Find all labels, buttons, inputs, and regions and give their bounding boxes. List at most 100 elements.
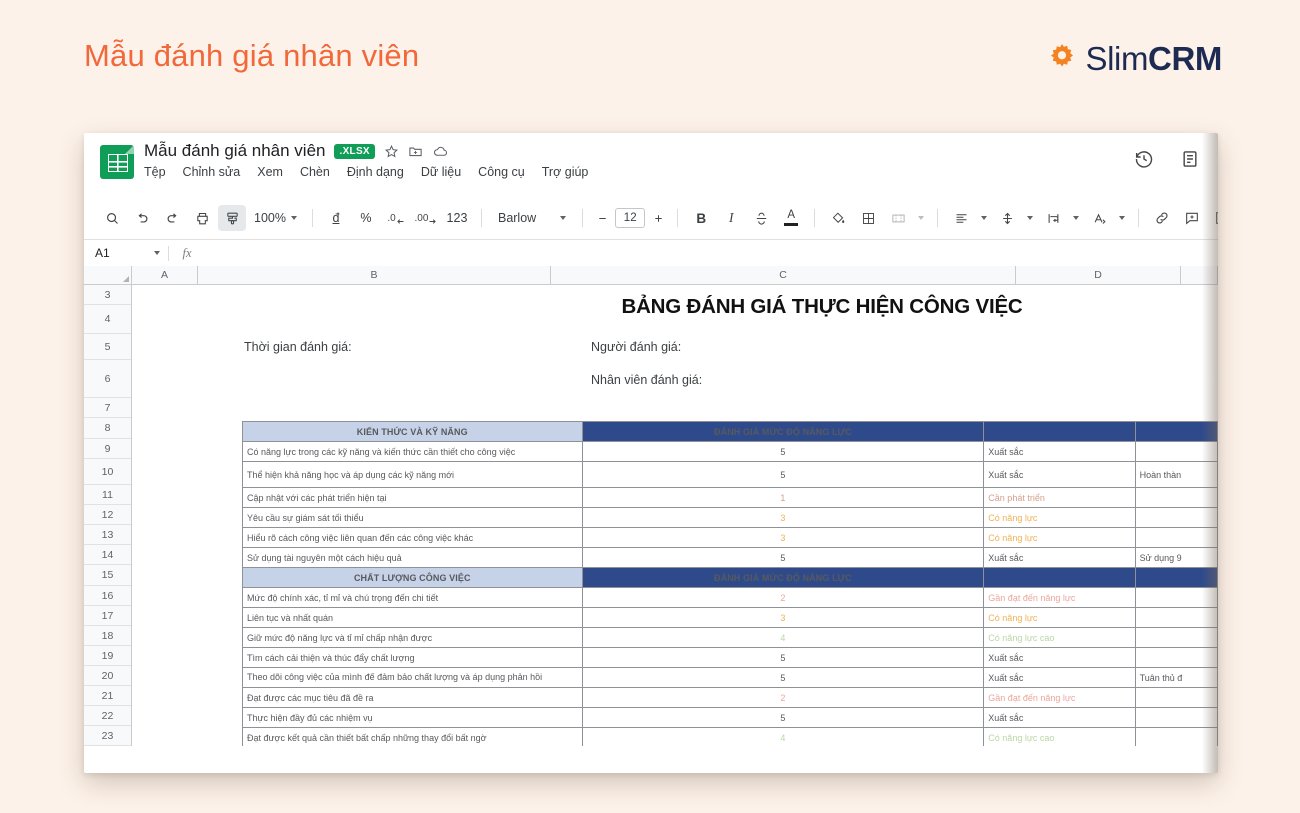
font-select[interactable]: Barlow — [491, 205, 573, 231]
redo-icon[interactable] — [158, 205, 186, 231]
insert-comment-button[interactable] — [1178, 205, 1206, 231]
criteria-cell[interactable]: Hiểu rõ cách công việc liên quan đến các… — [243, 528, 583, 548]
level-cell[interactable]: Gần đạt đến năng lực — [984, 588, 1135, 608]
undo-icon[interactable] — [128, 205, 156, 231]
criteria-cell[interactable]: Giữ mức độ năng lực và tỉ mỉ chấp nhận đ… — [243, 628, 583, 648]
score-cell[interactable]: 4 — [582, 628, 984, 648]
move-to-folder-icon[interactable] — [408, 144, 423, 159]
vertical-align-button[interactable] — [993, 205, 1021, 231]
table-row[interactable]: Đạt được kết quả cần thiết bất chấp nhữn… — [243, 728, 1218, 747]
note-cell[interactable] — [1135, 508, 1217, 528]
merge-cells-button[interactable] — [884, 205, 912, 231]
level-cell[interactable]: Xuất sắc — [984, 462, 1135, 488]
score-cell[interactable]: 1 — [582, 488, 984, 508]
decrease-font-size-button[interactable] — [592, 205, 612, 231]
insert-chart-button[interactable] — [1208, 205, 1218, 231]
row-header-5[interactable]: 5 — [84, 334, 131, 360]
menu-item-dinhdang[interactable]: Định dạng — [347, 165, 404, 179]
table-row[interactable]: Có năng lực trong các kỹ năng và kiến th… — [243, 442, 1218, 462]
row-header-10[interactable]: 10 — [84, 459, 131, 485]
criteria-cell[interactable]: Cập nhật với các phát triển hiện tại — [243, 488, 583, 508]
row-header-4[interactable]: 4 — [84, 305, 131, 334]
note-cell[interactable]: Tuân thủ đ — [1135, 668, 1217, 688]
increase-font-size-button[interactable] — [648, 205, 668, 231]
row-header-6[interactable]: 6 — [84, 360, 131, 398]
row-header-18[interactable]: 18 — [84, 626, 131, 646]
note-cell[interactable]: Hoàn thàn — [1135, 462, 1217, 488]
level-cell[interactable]: Có năng lực — [984, 528, 1135, 548]
level-cell[interactable]: Có năng lực — [984, 608, 1135, 628]
increase-decimal-button[interactable]: .00 — [412, 205, 440, 231]
document-title[interactable]: Mẫu đánh giá nhân viên — [144, 141, 325, 161]
font-size-stepper[interactable]: 12 — [592, 205, 668, 231]
criteria-cell[interactable]: Đạt được kết quả cần thiết bất chấp nhữn… — [243, 728, 583, 747]
more-formats-button[interactable]: 123 — [442, 205, 472, 231]
table-row[interactable]: Đạt được các mục tiêu đã đề ra 2 Gần đạt… — [243, 688, 1218, 708]
criteria-cell[interactable]: Thực hiện đầy đủ các nhiệm vụ — [243, 708, 583, 728]
row-header-8[interactable]: 8 — [84, 418, 131, 439]
score-cell[interactable]: 5 — [582, 442, 984, 462]
note-cell[interactable] — [1135, 588, 1217, 608]
level-cell[interactable]: Có năng lực — [984, 508, 1135, 528]
table-row[interactable]: Giữ mức độ năng lực và tỉ mỉ chấp nhận đ… — [243, 628, 1218, 648]
score-cell[interactable]: 3 — [582, 528, 984, 548]
select-all-corner[interactable] — [84, 266, 132, 284]
text-wrap-button[interactable] — [1039, 205, 1067, 231]
row-header-19[interactable]: 19 — [84, 646, 131, 666]
row-header-14[interactable]: 14 — [84, 545, 131, 565]
score-cell[interactable]: 5 — [582, 668, 984, 688]
table-row[interactable]: Mức độ chính xác, tỉ mỉ và chú trọng đến… — [243, 588, 1218, 608]
score-cell[interactable]: 3 — [582, 508, 984, 528]
cell-reference-box[interactable]: A1 — [84, 240, 168, 266]
criteria-cell[interactable]: Có năng lực trong các kỹ năng và kiến th… — [243, 442, 583, 462]
column-header-d[interactable]: D — [1016, 266, 1181, 284]
level-cell[interactable]: Xuất sắc — [984, 648, 1135, 668]
table-row[interactable]: Thể hiện khả năng học và áp dụng các kỹ … — [243, 462, 1218, 488]
vertical-align-dropdown[interactable] — [1023, 205, 1037, 231]
note-cell[interactable]: Sử dụng 9 — [1135, 548, 1217, 568]
note-cell[interactable] — [1135, 708, 1217, 728]
paint-format-icon[interactable] — [218, 205, 246, 231]
menu-item-dulieu[interactable]: Dữ liệu — [421, 165, 461, 179]
text-rotation-button[interactable] — [1085, 205, 1113, 231]
level-cell[interactable]: Xuất sắc — [984, 442, 1135, 462]
print-icon[interactable] — [188, 205, 216, 231]
menu-item-congcu[interactable]: Công cụ — [478, 165, 525, 179]
cloud-saved-icon[interactable] — [432, 144, 449, 159]
score-cell[interactable]: 4 — [582, 728, 984, 747]
criteria-cell[interactable]: Yêu cầu sự giám sát tối thiểu — [243, 508, 583, 528]
italic-button[interactable]: I — [717, 205, 745, 231]
criteria-cell[interactable]: Theo dõi công việc của mình để đảm bảo c… — [243, 668, 583, 688]
merge-cells-dropdown[interactable] — [914, 205, 928, 231]
score-cell[interactable]: 2 — [582, 688, 984, 708]
menu-item-tep[interactable]: Tệp — [144, 165, 166, 179]
row-header-23[interactable]: 23 — [84, 726, 131, 746]
row-header-20[interactable]: 20 — [84, 666, 131, 686]
row-header-15[interactable]: 15 — [84, 565, 131, 586]
row-header-3[interactable]: 3 — [84, 285, 131, 305]
level-cell[interactable]: Gần đạt đến năng lực — [984, 688, 1135, 708]
level-cell[interactable]: Có năng lực cao — [984, 728, 1135, 747]
text-rotation-dropdown[interactable] — [1115, 205, 1129, 231]
note-cell[interactable] — [1135, 488, 1217, 508]
row-header-21[interactable]: 21 — [84, 686, 131, 706]
note-cell[interactable] — [1135, 648, 1217, 668]
score-cell[interactable]: 5 — [582, 548, 984, 568]
row-header-7[interactable]: 7 — [84, 398, 131, 418]
horizontal-align-dropdown[interactable] — [977, 205, 991, 231]
column-header-c[interactable]: C — [551, 266, 1016, 284]
level-cell[interactable]: Cần phát triển — [984, 488, 1135, 508]
menu-item-xem[interactable]: Xem — [257, 165, 283, 179]
table-row[interactable]: Sử dụng tài nguyên một cách hiệu quả 5 X… — [243, 548, 1218, 568]
note-cell[interactable] — [1135, 688, 1217, 708]
table-row[interactable]: Cập nhật với các phát triển hiện tại 1 C… — [243, 488, 1218, 508]
column-header-b[interactable]: B — [198, 266, 551, 284]
horizontal-align-button[interactable] — [947, 205, 975, 231]
level-cell[interactable]: Xuất sắc — [984, 668, 1135, 688]
note-cell[interactable] — [1135, 528, 1217, 548]
column-header-e[interactable] — [1181, 266, 1218, 284]
score-cell[interactable]: 3 — [582, 608, 984, 628]
bold-button[interactable]: B — [687, 205, 715, 231]
criteria-cell[interactable]: Sử dụng tài nguyên một cách hiệu quả — [243, 548, 583, 568]
criteria-cell[interactable]: Tìm cách cải thiện và thúc đẩy chất lượn… — [243, 648, 583, 668]
